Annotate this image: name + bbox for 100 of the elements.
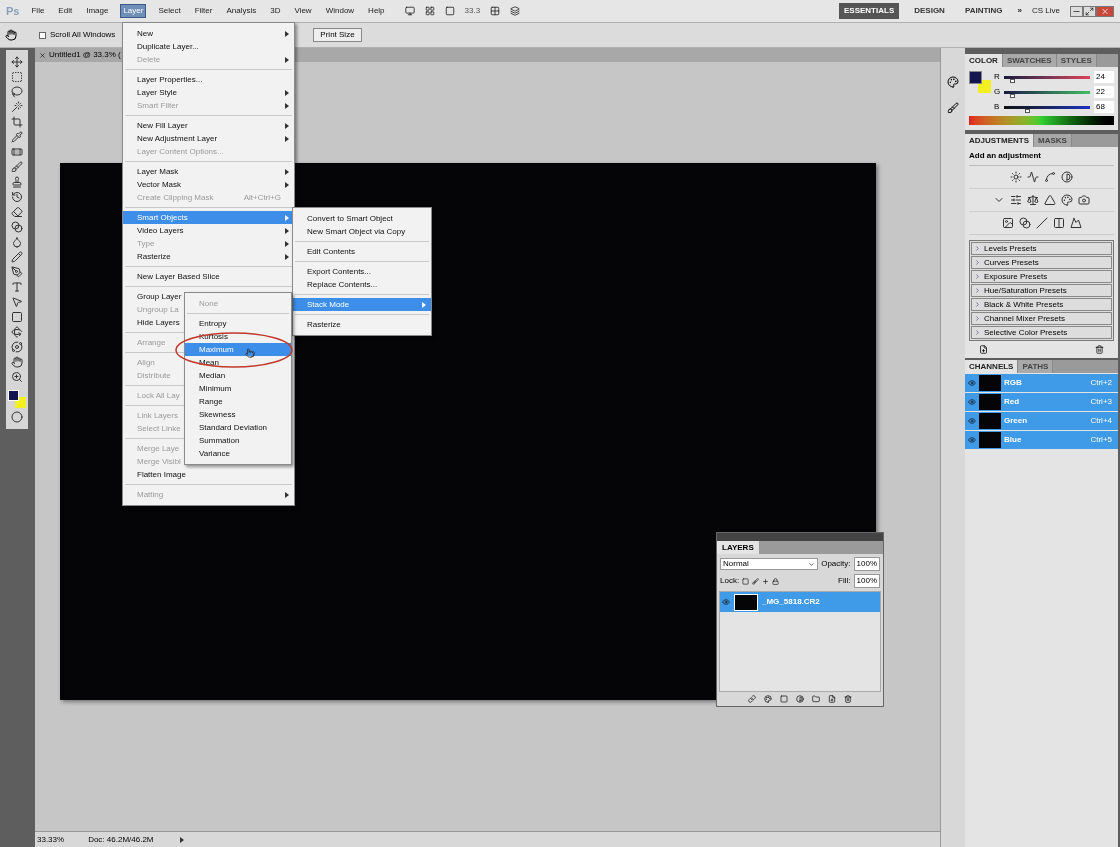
scale-icon[interactable] [1027, 194, 1039, 206]
menu-title[interactable]: Select [156, 5, 183, 17]
lasso-icon[interactable] [11, 86, 23, 98]
menu-item[interactable]: Edit Contents [293, 245, 431, 258]
orbit-icon[interactable] [11, 341, 23, 353]
lock-icon[interactable] [772, 577, 780, 585]
cs-live-button[interactable]: CS Live [1032, 5, 1060, 17]
screen-mode-icon[interactable] [444, 6, 455, 16]
contrast-icon[interactable] [1061, 171, 1073, 183]
crop-icon[interactable] [11, 116, 23, 128]
stamp-icon[interactable] [11, 176, 23, 188]
close-icon[interactable] [39, 51, 46, 59]
eye-icon[interactable] [722, 598, 730, 606]
panel-tab[interactable]: STYLES [1056, 54, 1097, 67]
menu-item[interactable]: Convert to Smart Object [293, 212, 431, 225]
zoom-icon[interactable] [11, 371, 23, 383]
preset-row[interactable]: Levels Presets [971, 242, 1112, 255]
menu-title[interactable]: Window [323, 5, 357, 17]
eye-icon[interactable] [968, 398, 976, 406]
levels-icon[interactable] [1027, 171, 1039, 183]
grid-icon[interactable] [424, 6, 435, 16]
zoom-level[interactable]: 33.3 [464, 5, 481, 17]
menu-title[interactable]: Help [366, 5, 387, 17]
print-size-button[interactable]: Print Size [313, 28, 362, 42]
menu-item[interactable]: Variance [185, 447, 291, 460]
curve-icon[interactable] [1044, 171, 1056, 183]
menu-arrow-icon[interactable] [179, 836, 184, 843]
pencil-icon[interactable] [11, 251, 23, 263]
new-layer-icon[interactable] [828, 695, 836, 703]
menu-title[interactable]: Analysis [224, 5, 259, 17]
layers-icon[interactable] [510, 6, 521, 16]
color-swatches[interactable] [8, 390, 26, 408]
wand-icon[interactable] [11, 101, 23, 113]
opacity-field[interactable]: 100% [853, 557, 880, 571]
close-icon[interactable] [1096, 5, 1114, 17]
slash-icon[interactable] [1035, 217, 1048, 229]
brush-icon[interactable] [947, 102, 959, 114]
image-icon[interactable] [1001, 217, 1014, 229]
menu-item[interactable]: Standard Deviation [185, 421, 291, 434]
palette-icon[interactable] [1061, 194, 1073, 206]
eye-icon[interactable] [968, 379, 976, 387]
droplet-icon[interactable] [11, 236, 23, 248]
sun-icon[interactable] [1010, 171, 1022, 183]
menu-title[interactable]: 3D [268, 5, 283, 17]
camera-icon[interactable] [1078, 194, 1090, 206]
rotate-3d-icon[interactable] [11, 326, 23, 338]
menu-item[interactable]: Rasterize [293, 318, 431, 331]
history-icon[interactable] [11, 191, 23, 203]
workspace-button[interactable]: PAINTING [959, 3, 1008, 19]
monitor-icon[interactable] [404, 6, 415, 16]
menu-item[interactable]: Duplicate Layer... [123, 40, 294, 53]
menu-item[interactable]: Entropy [185, 317, 291, 330]
workspace-button[interactable]: DESIGN [909, 3, 950, 19]
more-workspaces[interactable]: » [1017, 5, 1022, 17]
slider-thumb[interactable] [1009, 93, 1015, 98]
trash-icon[interactable] [844, 695, 852, 703]
trash-icon[interactable] [1095, 345, 1104, 354]
blend-mode-dropdown[interactable]: Normal [720, 558, 819, 570]
panel-tab[interactable]: CHANNELS [965, 360, 1019, 373]
restore-icon[interactable] [1083, 5, 1096, 17]
menu-item[interactable]: Layer Mask [123, 165, 294, 178]
eye-icon[interactable] [968, 417, 976, 425]
menu-item[interactable]: Export Contents... [293, 265, 431, 278]
marquee-icon[interactable] [11, 71, 23, 83]
menu-item[interactable]: Summation [185, 434, 291, 447]
background-swatch[interactable] [978, 80, 991, 93]
channel-value[interactable]: 68 [1094, 101, 1114, 113]
preset-row[interactable]: Curves Presets [971, 256, 1112, 269]
lock-transparency-icon[interactable] [742, 577, 750, 585]
preset-row[interactable]: Black & White Presets [971, 298, 1112, 311]
move-icon[interactable] [11, 56, 23, 68]
menu-title[interactable]: Image [84, 5, 111, 17]
quick-mask-icon[interactable] [11, 411, 23, 423]
minimize-icon[interactable] [1070, 5, 1083, 17]
preset-row[interactable]: Exposure Presets [971, 270, 1112, 283]
menu-item[interactable]: New Fill Layer [123, 119, 294, 132]
menu-item[interactable]: Replace Contents... [293, 278, 431, 291]
panel-tab[interactable]: ADJUSTMENTS [965, 134, 1034, 147]
menu-item[interactable]: Median [185, 369, 291, 382]
menu-item[interactable]: New [123, 27, 294, 40]
folder-icon[interactable] [812, 695, 820, 703]
mountain-icon[interactable] [1069, 217, 1082, 229]
menu-item[interactable]: New Adjustment Layer [123, 132, 294, 145]
hand-tool-icon[interactable] [5, 29, 17, 41]
menu-item[interactable]: Range [185, 395, 291, 408]
menu-title[interactable]: Edit [56, 5, 75, 17]
panel-tab[interactable]: LAYERS [717, 541, 759, 554]
panel-tab[interactable]: COLOR [965, 54, 1003, 67]
link-icon[interactable] [748, 695, 756, 703]
pointer-icon[interactable] [11, 296, 23, 308]
triangle-icon[interactable] [1044, 194, 1056, 206]
palette-icon[interactable] [947, 76, 959, 88]
color-spectrum[interactable] [969, 116, 1114, 125]
lock-position-icon[interactable] [762, 577, 770, 585]
menu-item[interactable]: New Smart Object via Copy [293, 225, 431, 238]
menu-title[interactable]: Filter [192, 5, 215, 17]
new-adjustment-icon[interactable] [979, 345, 988, 354]
bandage-icon[interactable] [11, 146, 23, 158]
workspace-button[interactable]: ESSENTIALS [839, 3, 900, 19]
brush-icon[interactable] [11, 161, 23, 173]
